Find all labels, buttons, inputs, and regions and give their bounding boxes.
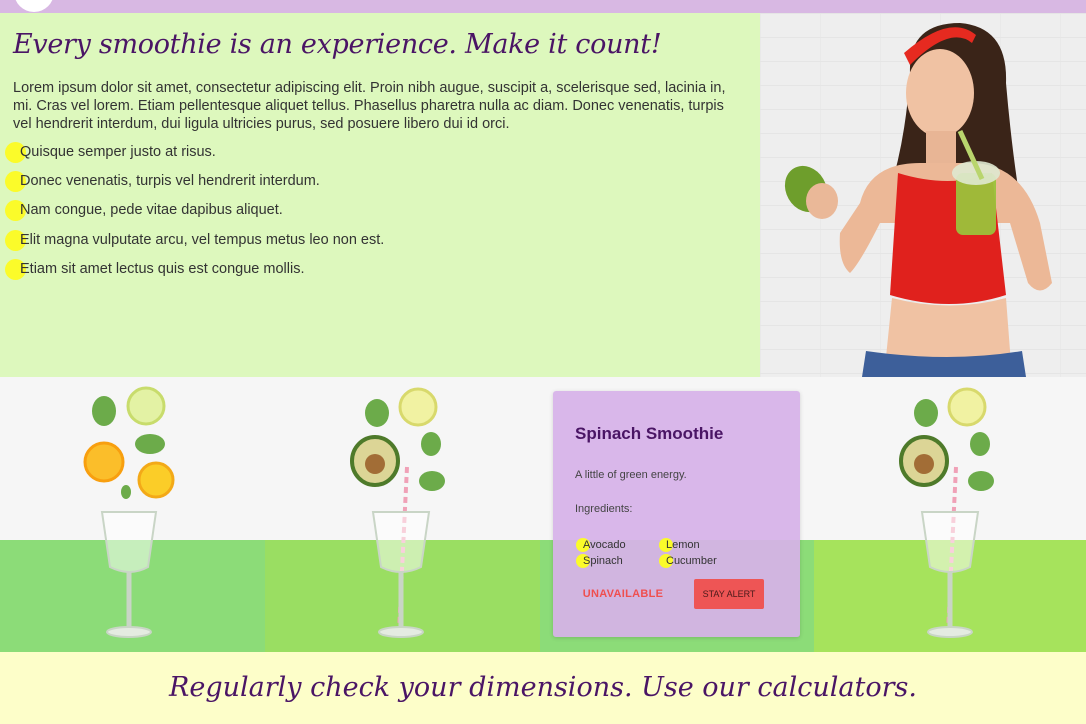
stay-alert-button[interactable]: STAY ALERT	[694, 579, 764, 609]
card-description: A little of green energy.	[575, 469, 687, 481]
lemon-slice-shape	[398, 387, 438, 427]
feature-list: Quisque semper justo at risus. Donec ven…	[5, 142, 385, 289]
glass-shape	[100, 511, 158, 573]
leaf-shape	[419, 471, 445, 491]
leaf-shape	[365, 399, 389, 427]
ingredients-column-1: Avocado Spinach	[576, 537, 626, 569]
ingredient-text: Spinach	[583, 555, 623, 567]
leaf-shape	[92, 396, 116, 426]
lemon-slice-shape	[947, 387, 987, 427]
list-item-text: Nam congue, pede vitae dapibus aliquet.	[20, 202, 283, 219]
woman-illustration	[784, 23, 1052, 377]
leaf-shape	[970, 432, 990, 456]
calculators-heading: Regularly check your dimensions. Use our…	[169, 672, 917, 703]
gallery-tile-avocado-2[interactable]	[814, 377, 1086, 652]
glass-base-shape	[927, 626, 973, 638]
avocado-smoothie-illustration-2	[899, 387, 994, 638]
list-item-text: Quisque semper justo at risus.	[20, 144, 216, 160]
ingredient-item: Cucumber	[659, 553, 717, 569]
glass-shape	[920, 511, 980, 573]
leaf-shape	[914, 399, 938, 427]
leaf-shape	[968, 471, 994, 491]
leaf-shape	[421, 432, 441, 456]
glass-base-shape	[106, 626, 152, 638]
ingredients-column-2: Lemon Cucumber	[659, 537, 717, 569]
lime-slice-shape	[126, 386, 166, 426]
top-bar	[0, 0, 1086, 13]
ingredients-label: Ingredients:	[575, 503, 633, 515]
list-item: Nam congue, pede vitae dapibus aliquet.	[5, 200, 384, 230]
woman-drinking-smoothie-photo	[760, 13, 1086, 377]
citrus-smoothie-illustration	[83, 386, 175, 638]
list-item-text: Elit magna vulputate arcu, vel tempus me…	[20, 231, 385, 248]
avocado-pit-shape	[914, 454, 934, 474]
card-title: Spinach Smoothie	[575, 424, 724, 443]
left-hand-shape	[806, 183, 838, 219]
avocado-pit-shape	[365, 454, 385, 474]
face-shape	[906, 49, 974, 137]
ingredient-item: Lemon	[659, 537, 717, 553]
smoothie-card: Spinach Smoothie A little of green energ…	[553, 391, 800, 637]
ingredient-text: Cucumber	[666, 555, 717, 567]
gallery-tile-avocado[interactable]	[265, 377, 540, 652]
hero-title: Every smoothie is an experience. Make it…	[13, 29, 662, 60]
logo[interactable]	[14, 0, 54, 12]
list-item: Etiam sit amet lectus quis est congue mo…	[5, 258, 384, 289]
orange-slice-shape	[137, 461, 175, 499]
neck-shape	[926, 131, 956, 163]
ingredient-item: Avocado	[576, 537, 626, 553]
list-item: Quisque semper justo at risus.	[5, 142, 384, 172]
gallery-tile-citrus[interactable]	[0, 377, 265, 652]
glass-shape	[371, 511, 431, 573]
ingredient-item: Spinach	[576, 553, 626, 569]
calculators-banner: Regularly check your dimensions. Use our…	[0, 652, 1086, 724]
unavailable-button[interactable]: UNAVAILABLE	[575, 579, 671, 609]
list-item-text: Donec venenatis, turpis vel hendrerit in…	[20, 173, 320, 190]
glass-base-shape	[378, 626, 424, 638]
leaf-shape	[121, 485, 131, 499]
list-item: Elit magna vulputate arcu, vel tempus me…	[5, 229, 385, 260]
hero-section: Every smoothie is an experience. Make it…	[0, 13, 760, 377]
avocado-smoothie-illustration	[350, 387, 445, 638]
smoothie-gallery	[0, 377, 1086, 652]
list-item: Donec venenatis, turpis vel hendrerit in…	[5, 171, 384, 201]
ingredient-text: Avocado	[583, 539, 626, 551]
orange-slice-shape	[83, 441, 125, 483]
leaf-shape	[135, 434, 165, 454]
ingredient-text: Lemon	[666, 539, 700, 551]
list-item-text: Etiam sit amet lectus quis est congue mo…	[20, 260, 305, 277]
hero-paragraph: Lorem ipsum dolor sit amet, consectetur …	[13, 80, 726, 132]
